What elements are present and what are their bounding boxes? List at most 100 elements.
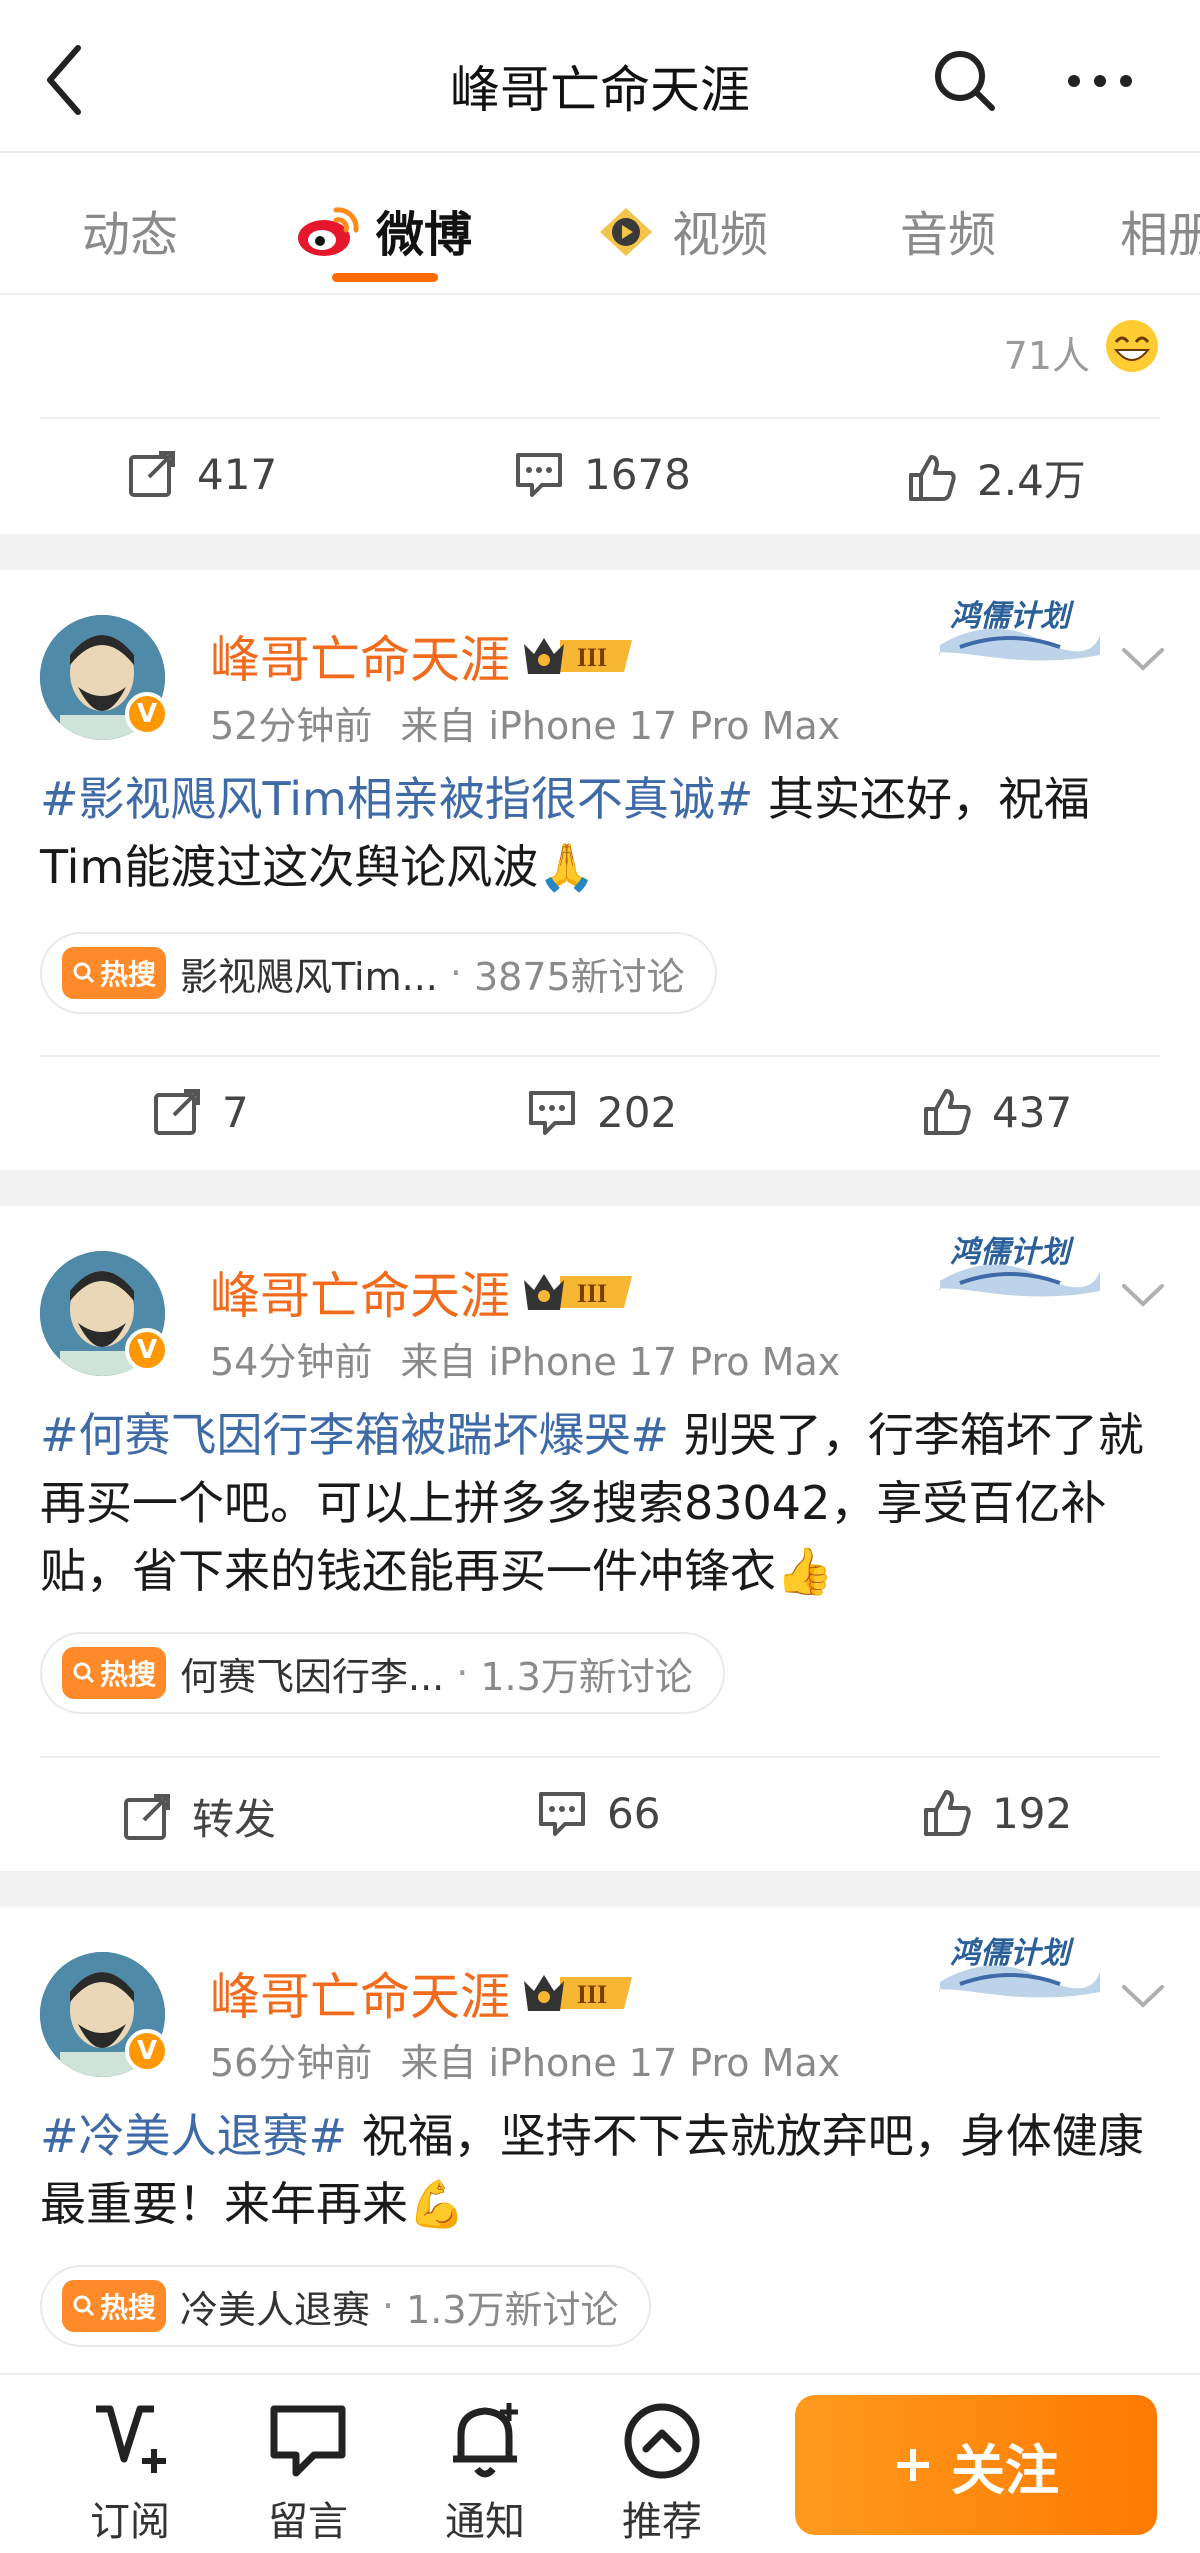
hot-search-card[interactable]: 热搜 何赛飞因行李... · 1.3万新讨论 [40,1632,725,1714]
post-source: 来自 iPhone 17 Pro Max [400,1340,841,1384]
grin-emoji-icon[interactable] [1104,318,1160,374]
comment-button[interactable]: 66 [535,1786,660,1840]
hot-topic-name: 影视飓风Tim... [180,954,438,999]
svg-text:III: III [577,1279,607,1308]
post-meta: 56分钟前 来自 iPhone 17 Pro Max [210,2032,868,2087]
hot-discussion-count: 1.3万新讨论 [406,2287,619,2332]
topic-link[interactable]: #影视飓风Tim相亲被指很不真诚# [40,772,753,826]
feed-separator [0,1871,1200,1907]
like-icon [924,1089,971,1135]
like-count: 2.4万 [977,456,1086,505]
comment-button[interactable]: 202 [525,1085,677,1139]
hot-topic-name: 冷美人退赛 [180,2287,371,2332]
hot-search-tag-label: 热搜 [100,958,157,991]
plan-badge-label: 鸿儒计划 [950,599,1070,634]
weibo-post[interactable]: V 峰哥亡命天涯 III 54分钟前 来自 iPhone 17 Pro Max 鸿… [0,1206,1200,1871]
comment-button[interactable]: 1678 [512,447,691,501]
subscribe-label: 订阅 [90,2499,170,2545]
chevron-up-circle-icon [624,2403,700,2479]
post-meta: 52分钟前 来自 iPhone 17 Pro Max [210,695,868,750]
more-icon[interactable] [1060,46,1140,116]
action-bar: 转发 66 192 [0,1756,1200,1876]
post-content: #冷美人退赛# 祝福，坚持不下去就放弃吧，身体健康最重要！来年再来💪 [40,2102,1170,2238]
search-icon [73,1662,95,1684]
comment-count: 66 [607,1788,661,1838]
author-name[interactable]: 峰哥亡命天涯 [210,620,510,692]
repost-button[interactable]: 转发 [120,1786,276,1847]
vip-crown-badge-icon[interactable]: III [520,630,640,682]
weibo-logo-icon [296,204,360,272]
svg-text:III: III [577,643,607,672]
top-bar: 峰哥亡命天涯 [0,0,1200,153]
post-time: 56分钟前 [210,2041,373,2085]
plan-badge[interactable]: 鸿儒计划 [930,585,1105,670]
follow-button[interactable]: 关注 [795,2395,1157,2535]
post-meta: 54分钟前 来自 iPhone 17 Pro Max [210,1331,868,1386]
follow-label: 关注 [951,2438,1059,2502]
tab-weibo[interactable]: 微博 [296,195,472,272]
message-button[interactable]: 留言 [243,2399,373,2547]
hot-search-tag-label: 热搜 [100,1658,157,1691]
tab-dynamics[interactable]: 动态 [82,195,178,265]
search-icon[interactable] [930,46,1000,116]
notify-button[interactable]: 通知 [420,2399,550,2547]
feed-separator [0,1170,1200,1206]
post-time: 54分钟前 [210,1340,373,1384]
tab-audio[interactable]: 音频 [900,195,996,265]
post-source: 来自 iPhone 17 Pro Max [400,704,841,748]
repost-button[interactable]: 417 [125,447,277,501]
hot-search-card[interactable]: 热搜 冷美人退赛 · 1.3万新讨论 [40,2265,651,2347]
like-button[interactable]: 192 [920,1786,1072,1840]
repost-button[interactable]: 7 [150,1085,249,1139]
like-count: 192 [992,1788,1073,1838]
hot-search-tag: 热搜 [62,2280,167,2332]
divider [40,1756,1160,1758]
vip-crown-badge-icon[interactable]: III [520,1266,640,1318]
plan-badge[interactable]: 鸿儒计划 [930,1221,1105,1306]
chevron-down-icon[interactable] [1118,1977,1168,2017]
chevron-down-icon[interactable] [1118,640,1168,680]
hot-search-tag: 热搜 [62,947,167,999]
recommend-button[interactable]: 推荐 [597,2399,727,2547]
topic-link[interactable]: #何赛飞因行李箱被踹坏爆哭# [40,1408,669,1462]
profile-page: 峰哥亡命天涯 动态 微博 视频 音频 相册 71人 417 1678 2.4万 … [0,0,1200,2553]
author-name[interactable]: 峰哥亡命天涯 [210,1256,510,1328]
plan-badge-label: 鸿儒计划 [950,1235,1070,1270]
like-icon [924,1790,971,1836]
comment-icon [529,1091,575,1135]
tab-album[interactable]: 相册 [1120,195,1200,265]
topic-link[interactable]: #冷美人退赛# [40,2109,347,2163]
weibo-post[interactable]: V 峰哥亡命天涯 III 52分钟前 来自 iPhone 17 Pro Max 鸿… [0,570,1200,1170]
profile-tabs: 动态 微博 视频 音频 相册 [0,155,1200,295]
like-icon [909,454,956,501]
weibo-post[interactable]: V 峰哥亡命天涯 III 56分钟前 来自 iPhone 17 Pro Max 鸿… [0,1907,1200,2373]
subscribe-icon [96,2405,166,2473]
author-name[interactable]: 峰哥亡命天涯 [210,1957,510,2029]
search-icon [73,2295,95,2317]
bell-icon [453,2403,518,2478]
plan-badge[interactable]: 鸿儒计划 [930,1922,1105,2007]
vip-crown-badge-icon[interactable]: III [520,1967,640,2019]
tab-video[interactable]: 视频 [596,195,768,272]
message-icon [270,2405,346,2477]
like-count: 437 [992,1087,1073,1137]
hot-search-card[interactable]: 热搜 影视飓风Tim... · 3875新讨论 [40,932,717,1014]
tab-video-label: 视频 [672,207,769,263]
verified-v-icon: V [125,1328,169,1372]
repost-count: 417 [197,449,278,499]
active-tab-indicator [332,273,438,282]
comment-icon [516,453,562,497]
subscribe-button[interactable]: 订阅 [65,2399,195,2547]
hot-topic-name: 何赛飞因行李... [180,1654,445,1699]
comment-count: 202 [597,1087,678,1137]
post-time: 52分钟前 [210,704,373,748]
chevron-down-icon[interactable] [1118,1276,1168,1316]
plan-badge-label: 鸿儒计划 [950,1936,1070,1971]
repost-icon [124,1793,170,1840]
repost-label: 转发 [192,1795,277,1844]
hot-discussion-count: 3875新讨论 [473,954,685,999]
recommend-label: 推荐 [622,2499,702,2545]
like-button[interactable]: 437 [920,1085,1072,1139]
like-button[interactable]: 2.4万 [905,447,1086,508]
repost-count: 7 [222,1087,249,1137]
